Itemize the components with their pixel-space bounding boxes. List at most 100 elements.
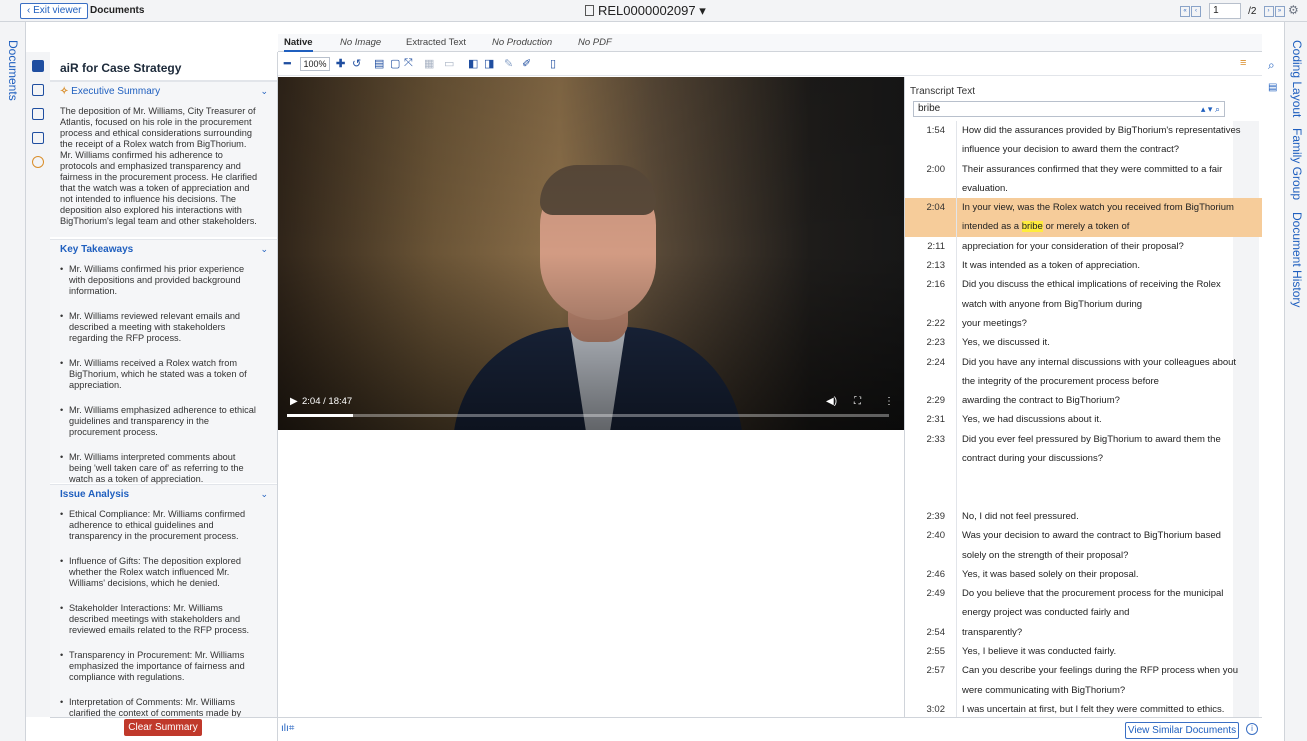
document-selector[interactable]: REL0000002097 ▾ xyxy=(585,3,706,19)
prev-page-icon[interactable]: ‹ xyxy=(1191,5,1201,17)
transcript-row[interactable]: 2:54 transparently? xyxy=(905,623,1262,642)
next-result-icon[interactable]: ▾ xyxy=(1208,104,1213,114)
tab-extracted-text[interactable]: Extracted Text xyxy=(406,37,466,48)
issue-analysis-header[interactable]: Issue Analysis xyxy=(60,489,129,500)
transcript-line: Yes, we discussed it. xyxy=(962,337,1050,349)
transcript-row[interactable]: 2:49 Do you believe that the procurement … xyxy=(905,584,1262,603)
exit-viewer-button[interactable]: ‹ Exit viewer xyxy=(20,3,89,19)
gallery-icon[interactable] xyxy=(32,108,44,120)
tab-no-image[interactable]: No Image xyxy=(340,37,381,48)
transcript-row[interactable]: intended as a bribe or merely a token of xyxy=(905,217,1262,237)
search-controls: ▴ ▾ ⌕ xyxy=(1201,102,1220,116)
transcript-row[interactable]: 2:46 Yes, it was based solely on their pr… xyxy=(905,565,1262,584)
gear-icon[interactable]: ⚙ xyxy=(1288,3,1302,17)
info-icon[interactable]: i xyxy=(1246,723,1258,735)
key-takeaways-header[interactable]: Key Takeaways xyxy=(60,244,133,255)
transcript-row[interactable]: influence your decision to award them th… xyxy=(905,140,1262,159)
transcript-row[interactable]: 2:22 your meetings? xyxy=(905,314,1262,333)
zoom-in-icon[interactable]: ✚ xyxy=(336,57,345,70)
transcript-row[interactable]: 2:29 awarding the contract to BigThorium? xyxy=(905,391,1262,410)
transcript-row[interactable]: energy project was conducted fairly and xyxy=(905,603,1262,622)
tab-no-pdf[interactable]: No PDF xyxy=(578,37,612,48)
transcript-row[interactable]: contract during your discussions? xyxy=(905,449,1262,468)
air-title: aiR for Case Strategy xyxy=(60,61,182,75)
fit-height-icon[interactable]: ▤ xyxy=(374,57,384,70)
last-page-icon[interactable]: » xyxy=(1274,5,1285,17)
transcript-row[interactable]: 2:57 Can you describe your feelings durin… xyxy=(905,661,1262,680)
view-similar-documents-button[interactable]: View Similar Documents xyxy=(1125,722,1239,739)
more-icon[interactable]: ⋮ xyxy=(884,396,894,407)
transcript-row[interactable] xyxy=(905,488,1262,507)
chevron-down-icon[interactable]: ⌄ xyxy=(260,244,268,255)
tab-document-history[interactable]: Document History xyxy=(1290,212,1304,307)
clear-summary-button[interactable]: Clear Summary xyxy=(124,719,202,736)
comment-icon[interactable]: ✎ xyxy=(504,57,513,70)
list-item: Interpretation of Comments: Mr. Williams… xyxy=(60,697,260,717)
transcript-row[interactable]: 2:40 Was your decision to award the contr… xyxy=(905,526,1262,545)
transcript-row[interactable]: 2:33 Did you ever feel pressured by BigTh… xyxy=(905,430,1262,449)
transcript-row[interactable]: 2:00 Their assurances confirmed that they… xyxy=(905,160,1262,179)
executive-summary-header[interactable]: ✧ Executive Summary xyxy=(60,86,160,97)
transcript-row[interactable]: 2:55 Yes, I believe it was conducted fair… xyxy=(905,642,1262,661)
waveform-icon[interactable]: ılı⌗ xyxy=(281,723,294,734)
volume-icon[interactable]: ◀) xyxy=(826,396,837,407)
persistent-highlight-icon[interactable]: ◧ xyxy=(468,57,478,70)
transcript-search-input[interactable]: bribe ▴ ▾ ⌕ xyxy=(913,101,1225,117)
right-rail: Coding Layout Family Group Document Hist… xyxy=(1284,22,1307,741)
transcript-row[interactable]: 2:13 It was intended as a token of apprec… xyxy=(905,256,1262,275)
zoom-level[interactable]: 100% xyxy=(300,57,330,71)
next-page-icon[interactable]: › xyxy=(1263,5,1274,17)
list-add-icon[interactable] xyxy=(32,132,44,144)
air-panel: aiR for Case Strategy ✧ Executive Summar… xyxy=(50,52,278,717)
fit-page-icon[interactable]: ▢ xyxy=(390,57,400,70)
fullscreen-icon[interactable]: ⤧ xyxy=(404,57,413,70)
transcript-row[interactable]: 2:04 In your view, was the Rolex watch yo… xyxy=(905,198,1262,218)
tab-no-production[interactable]: No Production xyxy=(492,37,552,48)
video-shade xyxy=(278,77,904,430)
search-icon[interactable]: ⌕ xyxy=(1268,58,1275,73)
transcript-row[interactable]: 2:31 Yes, we had discussions about it. xyxy=(905,410,1262,429)
transcript-row[interactable]: 2:39 No, I did not feel pressured. xyxy=(905,507,1262,526)
page-number-input[interactable]: 1 xyxy=(1209,3,1242,19)
air-strategy-icon[interactable] xyxy=(32,60,44,72)
highlight-icon[interactable]: ▦ xyxy=(424,57,434,70)
transcript-row[interactable]: 2:16 Did you discuss the ethical implicat… xyxy=(905,275,1262,294)
transcript-row[interactable]: 1:54 How did the assurances provided by B… xyxy=(905,121,1262,140)
list-icon[interactable]: ≡ xyxy=(1240,57,1246,69)
tab-coding-layout[interactable]: Coding Layout xyxy=(1290,40,1304,117)
transcript-row[interactable]: 3:02 I was uncertain at first, but I felt… xyxy=(905,700,1262,717)
annotate-icon[interactable]: ◨ xyxy=(484,57,494,70)
sparkle-icon[interactable] xyxy=(32,156,44,168)
transcript-row[interactable]: the integrity of the procurement process… xyxy=(905,372,1262,391)
fullscreen-icon[interactable]: ⛶ xyxy=(854,396,861,407)
transcript-row[interactable]: evaluation. xyxy=(905,179,1262,198)
viewer-tabs: Native No Image Extracted Text No Produc… xyxy=(278,34,1262,52)
sparkle-icon: ✧ xyxy=(60,86,69,97)
video-progress-bar[interactable] xyxy=(287,414,889,417)
transcript-row[interactable]: 2:23 Yes, we discussed it. xyxy=(905,333,1262,352)
prev-result-icon[interactable]: ▴ xyxy=(1201,104,1206,114)
transcript-row[interactable]: were communicating with BigThorium? xyxy=(905,681,1262,700)
tab-native[interactable]: Native xyxy=(284,37,313,52)
video-player[interactable]: ▶ 2:04 / 18:47 ◀) ⛶ ⋮ xyxy=(278,77,904,430)
zoom-out-icon[interactable]: ━ xyxy=(284,57,291,70)
transcript-row[interactable]: solely on the strength of their proposal… xyxy=(905,546,1262,565)
tab-family-group[interactable]: Family Group xyxy=(1290,128,1304,200)
image-icon[interactable] xyxy=(32,84,44,96)
rotate-icon[interactable]: ↺ xyxy=(352,57,361,70)
search-icon[interactable]: ⌕ xyxy=(1215,104,1220,114)
transcript-row[interactable]: watch with anyone from BigThorium during xyxy=(905,295,1262,314)
play-icon[interactable]: ▶ xyxy=(290,396,298,407)
transcript-row[interactable]: 2:24 Did you have any internal discussion… xyxy=(905,353,1262,372)
transcript-row[interactable]: 2:11 appreciation for your consideration … xyxy=(905,237,1262,256)
first-page-icon[interactable]: « xyxy=(1180,5,1190,17)
pen-icon[interactable]: ✐ xyxy=(522,57,531,70)
chevron-down-icon[interactable]: ⌄ xyxy=(260,489,268,500)
redact-icon[interactable]: ▭ xyxy=(444,57,454,70)
tab-documents[interactable]: Documents xyxy=(6,40,20,101)
document-icon[interactable]: ▯ xyxy=(550,57,556,70)
transcript-row[interactable] xyxy=(905,468,1262,487)
chevron-down-icon[interactable]: ⌄ xyxy=(260,86,268,97)
list-item: Mr. Williams interpreted comments about … xyxy=(60,452,260,485)
transcript-icon[interactable]: ▤ xyxy=(1268,82,1277,93)
